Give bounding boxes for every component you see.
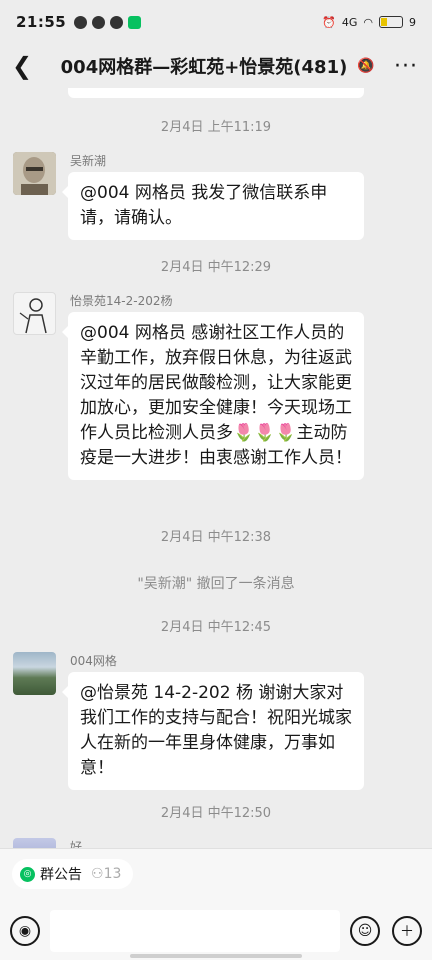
timestamp: 2月4日 上午11:19 bbox=[160, 120, 272, 135]
message-bubble[interactable]: @004 网格员 感谢社区工作人员的辛勤工作，放弃假日休息，为往返武汉过年的居民… bbox=[62, 312, 364, 480]
emoji-icon: ☺ bbox=[357, 923, 373, 939]
status-time: 21:55 bbox=[16, 13, 67, 31]
sender-name: 好 bbox=[70, 840, 83, 848]
status-bar: 21:55 ⏰ 4G ◠ 9 bbox=[0, 0, 432, 44]
timestamp: 2月4日 中午12:29 bbox=[160, 260, 272, 275]
network-label: 4G bbox=[341, 15, 358, 29]
battery-level bbox=[381, 18, 387, 26]
portrait-icon bbox=[13, 152, 56, 195]
wechat-notification-icon bbox=[128, 15, 142, 29]
emoji-button[interactable]: ☺ bbox=[350, 916, 380, 946]
sender-name: 怡景苑14-2-202杨 bbox=[70, 294, 173, 308]
sender-name: 吴新潮 bbox=[70, 154, 107, 168]
home-indicator[interactable] bbox=[130, 954, 302, 958]
wifi-icon: ◠ bbox=[363, 15, 373, 29]
back-button[interactable]: ❮ bbox=[0, 44, 44, 88]
avatar[interactable] bbox=[13, 838, 56, 848]
notice-label: 群公告 bbox=[40, 867, 82, 883]
timestamp: 2月4日 中午12:45 bbox=[160, 620, 272, 635]
bottom-panel: ◎ 群公告 ⚇13 ◉ ☺ ＋ bbox=[0, 848, 432, 960]
voice-icon: ◉ bbox=[18, 923, 32, 939]
message-input[interactable] bbox=[50, 910, 340, 952]
notice-count-value: 13 bbox=[103, 866, 122, 882]
avatar[interactable] bbox=[13, 152, 56, 195]
battery-percent: 9 bbox=[409, 15, 416, 29]
avatar[interactable] bbox=[13, 652, 56, 695]
notice-icon: ◎ bbox=[20, 866, 35, 882]
plus-icon: ＋ bbox=[400, 924, 414, 940]
more-icon: ··· bbox=[394, 53, 418, 79]
message-list[interactable]: 2月4日 上午11:19 吴新潮 @004 网格员 我发了微信联系申请，请确认。… bbox=[0, 88, 432, 848]
back-arrow-icon: ❮ bbox=[11, 52, 33, 80]
avatar[interactable] bbox=[13, 292, 56, 335]
notice-count: ⚇13 bbox=[91, 866, 121, 882]
timestamp: 2月4日 中午12:38 bbox=[160, 530, 272, 545]
input-bar: ◉ ☺ ＋ bbox=[0, 907, 432, 955]
sketch-figure-icon bbox=[19, 298, 47, 334]
timestamp: 2月4日 中午12:50 bbox=[160, 806, 272, 821]
message-bubble[interactable]: @怡景苑 14-2-202 杨 谢谢大家对我们工作的支持与配合！祝阳光城家人在新… bbox=[62, 672, 364, 790]
voice-button[interactable]: ◉ bbox=[10, 916, 40, 946]
message-bubble[interactable]: @004 网格员 我发了微信联系申请，请确认。 bbox=[62, 172, 364, 240]
more-button[interactable]: ··· bbox=[380, 44, 432, 88]
recall-notice: "吴新潮" 撤回了一条消息 bbox=[137, 576, 295, 592]
chat-header: ❮ 004网格群—彩虹苑+怡景苑(481) 🔕 ··· bbox=[0, 44, 432, 88]
chat-title: 004网格群—彩虹苑+怡景苑(481) bbox=[60, 57, 348, 78]
status-right: ⏰ 4G ◠ 9 bbox=[322, 16, 416, 29]
alarm-icon: ⏰ bbox=[322, 15, 336, 29]
sender-name: 004网格 bbox=[70, 654, 117, 668]
person-icon: ⚇ bbox=[91, 866, 104, 882]
mute-bell-icon: 🔕 bbox=[357, 58, 375, 74]
group-notice-button[interactable]: ◎ 群公告 ⚇13 bbox=[12, 859, 134, 889]
previous-bubble bbox=[68, 88, 364, 98]
plus-button[interactable]: ＋ bbox=[392, 916, 422, 946]
app-notification-icon bbox=[92, 15, 106, 29]
app-notification-icon bbox=[74, 15, 88, 29]
input-actions: ☺ ＋ bbox=[350, 916, 422, 946]
app-notification-icon bbox=[110, 15, 124, 29]
battery-icon bbox=[379, 16, 403, 28]
notification-icons bbox=[74, 15, 142, 29]
